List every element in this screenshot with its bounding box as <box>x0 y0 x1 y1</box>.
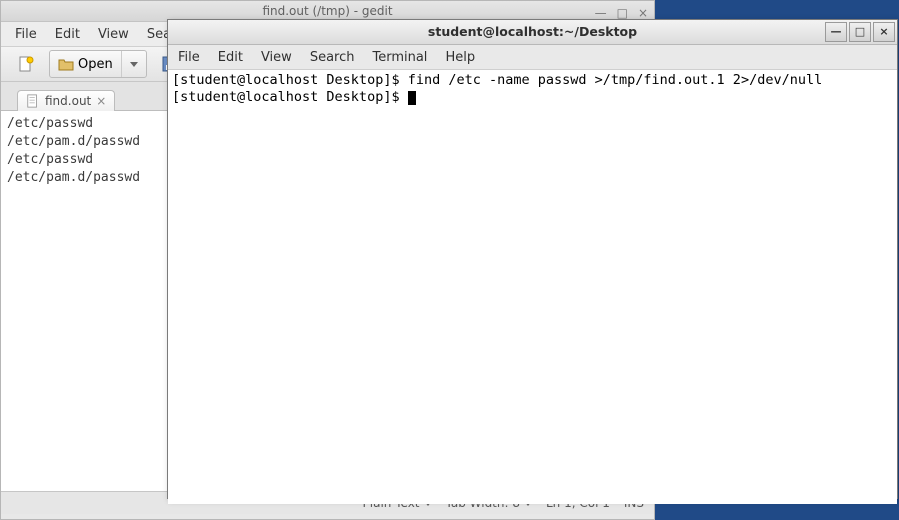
terminal-body[interactable]: [student@localhost Desktop]$ find /etc -… <box>168 70 897 504</box>
open-button[interactable]: Open <box>50 56 121 72</box>
terminal-menu-bar: File Edit View Search Terminal Help <box>168 45 897 70</box>
terminal-line-0-prompt: [student@localhost Desktop]$ <box>172 72 408 88</box>
terminal-cursor <box>408 91 416 105</box>
gedit-tab-findout[interactable]: find.out × <box>17 90 115 111</box>
terminal-line-0-cmd: find /etc -name passwd >/tmp/find.out.1 … <box>408 72 823 88</box>
gedit-tab-close[interactable]: × <box>96 94 106 108</box>
terminal-menu-file[interactable]: File <box>178 50 200 65</box>
terminal-menu-view[interactable]: View <box>261 50 292 65</box>
open-button-group: Open <box>49 50 147 78</box>
folder-open-icon <box>58 56 74 72</box>
document-icon <box>26 94 40 108</box>
terminal-menu-edit[interactable]: Edit <box>218 50 243 65</box>
terminal-titlebar[interactable]: student@localhost:~/Desktop — □ × <box>168 20 897 45</box>
terminal-window: student@localhost:~/Desktop — □ × File E… <box>167 19 898 499</box>
gedit-menu-edit[interactable]: Edit <box>55 27 80 42</box>
open-button-label: Open <box>78 57 113 72</box>
terminal-close-button[interactable]: × <box>873 22 895 42</box>
gedit-title-text: find.out (/tmp) - gedit <box>262 4 392 18</box>
new-file-icon <box>18 56 34 72</box>
terminal-maximize-button[interactable]: □ <box>849 22 871 42</box>
terminal-menu-search[interactable]: Search <box>310 50 355 65</box>
gedit-menu-file[interactable]: File <box>15 27 37 42</box>
gedit-file-content: /etc/passwd /etc/pam.d/passwd /etc/passw… <box>7 116 140 185</box>
terminal-line-1-prompt: [student@localhost Desktop]$ <box>172 89 408 105</box>
open-dropdown[interactable] <box>122 62 146 67</box>
terminal-menu-help[interactable]: Help <box>445 50 475 65</box>
gedit-tab-label: find.out <box>45 94 91 108</box>
new-file-button[interactable] <box>11 50 41 78</box>
gedit-menu-view[interactable]: View <box>98 27 129 42</box>
terminal-menu-terminal[interactable]: Terminal <box>372 50 427 65</box>
terminal-minimize-button[interactable]: — <box>825 22 847 42</box>
chevron-down-icon <box>130 62 138 67</box>
terminal-window-controls: — □ × <box>825 22 895 42</box>
terminal-title-text: student@localhost:~/Desktop <box>428 24 637 39</box>
